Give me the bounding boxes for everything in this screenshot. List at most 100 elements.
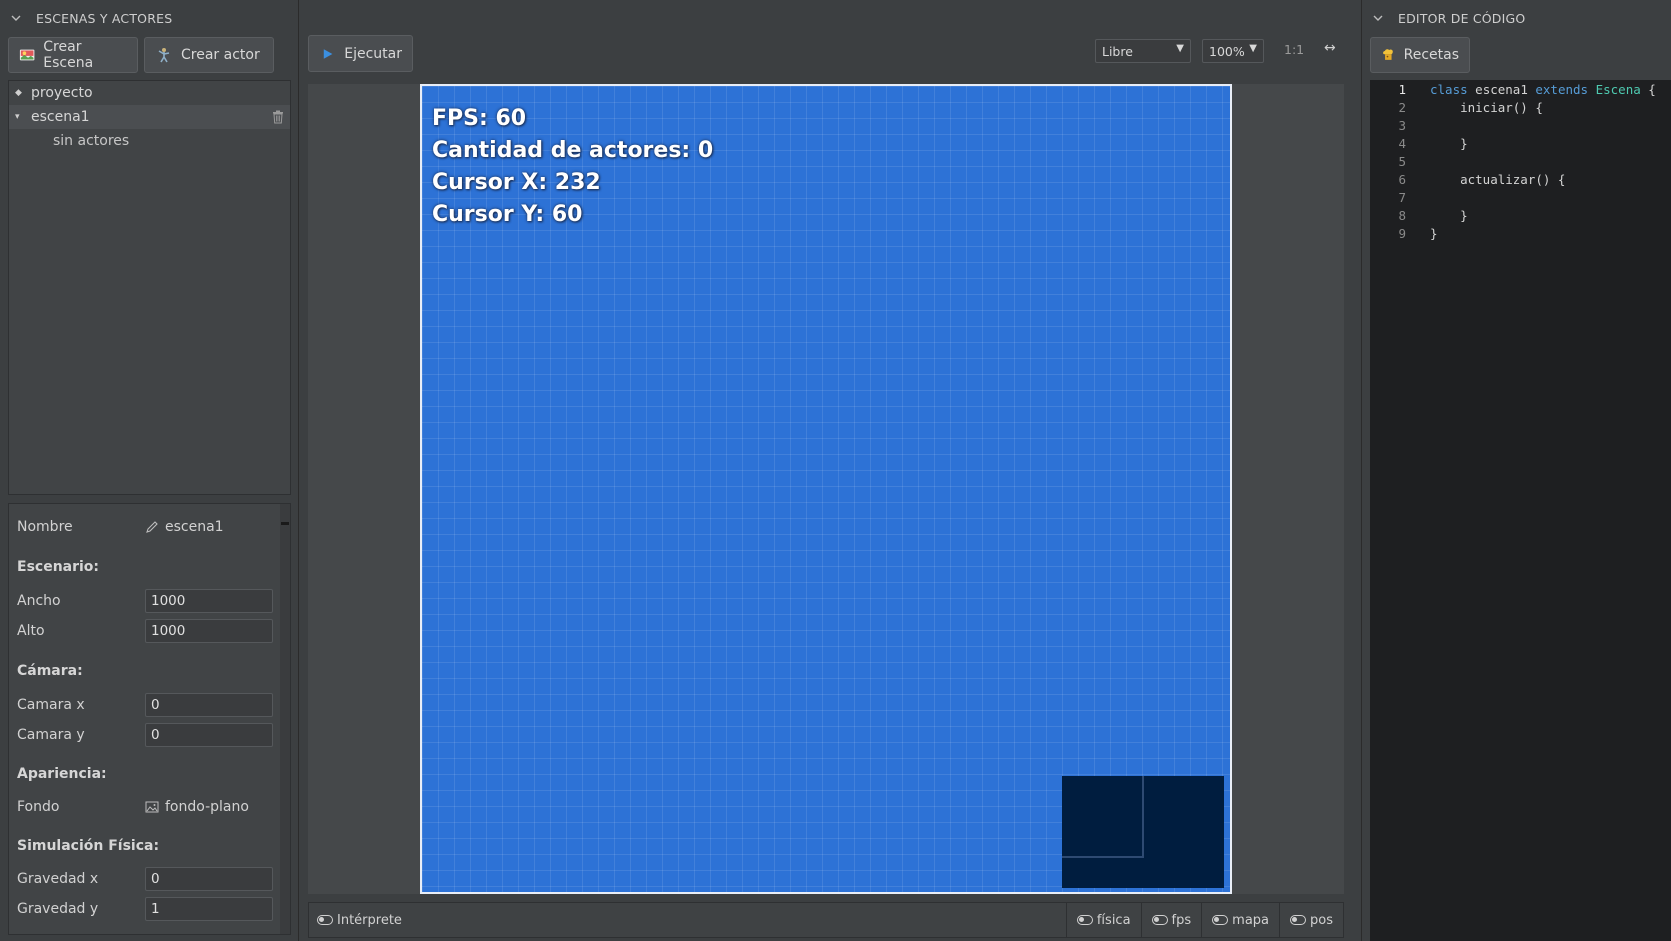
toggle-label: física	[1096, 912, 1131, 928]
gravity-y-input[interactable]	[145, 897, 273, 921]
code-line: 7	[1370, 188, 1671, 207]
line-number: 2	[1398, 100, 1406, 115]
canvas-statusbar: Intérprete física fps mapa pos	[308, 902, 1344, 938]
code-text: }	[1430, 208, 1468, 223]
tree-item-label: proyecto	[31, 85, 93, 101]
scene-tree: ◆ proyecto ▾ escena1 sin actores	[8, 80, 291, 495]
mode-select-value: Libre	[1102, 43, 1133, 59]
code-line: 6 actualizar() {	[1370, 170, 1671, 189]
line-number: 3	[1398, 118, 1406, 133]
run-label: Ejecutar	[344, 45, 402, 62]
prop-label: Gravedad y	[17, 901, 99, 917]
zoom-select-value: 100%	[1209, 43, 1245, 59]
tree-item-scene[interactable]: ▾ escena1	[9, 105, 290, 129]
prop-label: Nombre	[17, 519, 73, 535]
scene-name-value[interactable]: escena1	[145, 519, 224, 535]
minimap-viewport[interactable]	[1062, 776, 1144, 858]
prop-label: Camara x	[17, 697, 85, 713]
toggle-switch-icon	[1290, 915, 1307, 925]
chevron-down-icon[interactable]	[1372, 12, 1384, 24]
line-number: 9	[1398, 226, 1406, 241]
create-scene-button[interactable]: Crear Escena	[8, 37, 138, 73]
tree-item-label: escena1	[31, 109, 90, 125]
scenes-actors-panel: ESCENAS Y ACTORES Crear Escena Crear act…	[0, 0, 299, 941]
actor-icon	[158, 48, 170, 63]
physics-toggle[interactable]: física	[1065, 903, 1141, 937]
canvas-area: Ejecutar Libre ▼ 100% ▼ 1:1 ↔ FPS: 60 Ca…	[300, 0, 1355, 941]
code-text: actualizar() {	[1430, 172, 1566, 187]
section-physics: Simulación Física:	[17, 838, 160, 854]
properties-scrollbar[interactable]	[280, 504, 290, 934]
code-editor-panel: EDITOR DE CÓDIGO Recetas 1 class escena1…	[1361, 0, 1671, 941]
code-text: }	[1430, 136, 1468, 151]
prop-background-row: Fondo fondo-plano	[17, 794, 249, 820]
height-input[interactable]	[145, 619, 273, 643]
toggle-label: fps	[1171, 912, 1192, 928]
game-canvas[interactable]: FPS: 60 Cantidad de actores: 0 Cursor X:…	[420, 84, 1232, 894]
zoom-select[interactable]: 100% ▼	[1202, 39, 1264, 63]
minimap[interactable]	[1062, 776, 1224, 888]
toggle-switch-icon	[317, 915, 333, 925]
prop-height-row: Alto	[17, 618, 273, 644]
toggle-label: mapa	[1232, 912, 1270, 928]
brace-token: {	[1640, 82, 1656, 97]
class-token: Escena	[1588, 82, 1641, 97]
scene-icon	[19, 49, 35, 61]
toggle-switch-icon	[1076, 915, 1093, 925]
background-value[interactable]: fondo-plano	[145, 799, 249, 815]
scene-name-text: escena1	[165, 519, 224, 535]
create-actor-button[interactable]: Crear actor	[144, 37, 274, 73]
tree-item-label: sin actores	[53, 133, 130, 149]
prop-label: Fondo	[17, 799, 60, 815]
line-number: 8	[1398, 208, 1406, 223]
recipes-button[interactable]: Recetas	[1370, 37, 1470, 73]
toggle-label: Intérprete	[337, 912, 402, 928]
run-button[interactable]: Ejecutar	[308, 35, 413, 72]
line-number: 6	[1398, 172, 1406, 187]
diamond-icon: ◆	[15, 88, 22, 98]
tree-item-no-actors: sin actores	[9, 129, 290, 153]
line-number: 7	[1398, 190, 1406, 205]
toggle-label: pos	[1310, 912, 1333, 928]
tree-item-project[interactable]: ◆ proyecto	[9, 81, 290, 105]
canvas-toolbar: Ejecutar Libre ▼ 100% ▼ 1:1 ↔	[300, 0, 1355, 80]
keyword-token: class	[1430, 82, 1468, 97]
expand-icon[interactable]: ↔	[1324, 40, 1336, 56]
width-input[interactable]	[145, 589, 273, 613]
fps-toggle[interactable]: fps	[1140, 903, 1202, 937]
chevron-down-icon[interactable]	[10, 12, 22, 24]
panel-title: ESCENAS Y ACTORES	[36, 10, 173, 26]
prop-gravy-row: Gravedad y	[17, 896, 273, 922]
ratio-button[interactable]: 1:1	[1284, 42, 1304, 57]
prop-camx-row: Camara x	[17, 692, 273, 718]
line-number: 4	[1398, 136, 1406, 151]
map-toggle[interactable]: mapa	[1201, 903, 1279, 937]
pos-toggle[interactable]: pos	[1279, 903, 1343, 937]
code-line: 5	[1370, 152, 1671, 171]
scrollbar-thumb[interactable]	[281, 522, 289, 525]
code-line: 4 }	[1370, 134, 1671, 153]
mode-select[interactable]: Libre ▼	[1095, 39, 1191, 63]
code-editor[interactable]: 1 class escena1 extends Escena { 2 inici…	[1370, 80, 1671, 941]
trash-icon[interactable]	[272, 110, 284, 124]
properties-panel: Nombre escena1 Escenario: Ancho Alto Cám…	[8, 503, 291, 935]
camera-x-input[interactable]	[145, 693, 273, 717]
line-number: 1	[1398, 82, 1406, 97]
triangle-down-icon: ▾	[15, 112, 20, 122]
code-line: 9 }	[1370, 224, 1671, 243]
pencil-icon	[146, 521, 158, 533]
section-appearance: Apariencia:	[17, 766, 107, 782]
prop-name-row: Nombre escena1	[17, 514, 224, 540]
prop-camy-row: Camara y	[17, 722, 273, 748]
code-panel-header[interactable]: EDITOR DE CÓDIGO	[1362, 0, 1671, 36]
hud-cursor-x: Cursor X: 232	[432, 170, 601, 195]
create-scene-label: Crear Escena	[43, 39, 94, 71]
interpreter-toggle[interactable]: Intérprete	[317, 913, 402, 928]
play-icon	[323, 48, 333, 59]
hud-actor-count: Cantidad de actores: 0	[432, 138, 714, 163]
code-text: iniciar() {	[1430, 100, 1543, 115]
code-line: 8 }	[1370, 206, 1671, 225]
scenes-panel-header[interactable]: ESCENAS Y ACTORES	[0, 0, 298, 36]
camera-y-input[interactable]	[145, 723, 273, 747]
gravity-x-input[interactable]	[145, 867, 273, 891]
